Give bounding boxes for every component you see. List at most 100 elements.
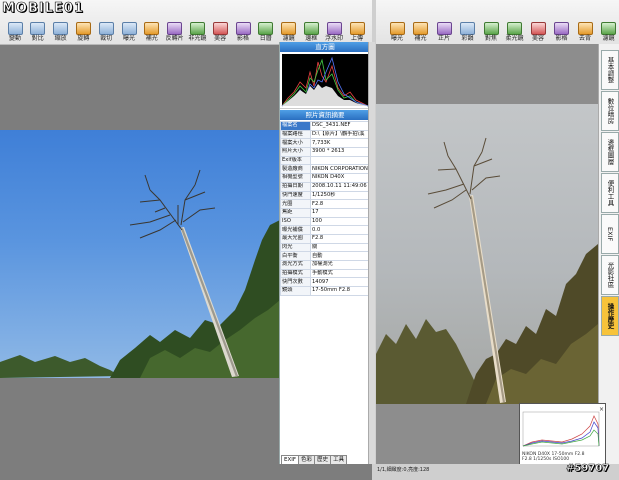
exif-row[interactable]: ISO 100	[280, 216, 370, 227]
toolbar-button-15[interactable]: 上傳	[346, 22, 368, 42]
exif-row[interactable]: 相機型號 NIKON D40X	[280, 173, 370, 183]
vertical-tab-2[interactable]: 邊框圖層	[601, 132, 619, 172]
exif-value: 17	[310, 207, 370, 218]
tree-photo-original	[0, 169, 280, 378]
exif-value: 關	[310, 242, 370, 253]
close-icon: ×	[599, 406, 604, 413]
toolbar-button-label: 曝光	[122, 35, 135, 42]
toolbar-button-6[interactable]: 美容	[527, 22, 549, 42]
fill-light-icon	[413, 22, 428, 35]
toolbar-button-0[interactable]: 變動	[4, 22, 26, 42]
toolbar-button-3[interactable]: 彩韻	[457, 22, 479, 42]
watermark-text: #59707	[566, 463, 610, 474]
vertical-tab-1[interactable]: 數位暗房	[601, 91, 619, 131]
exif-row[interactable]: 照片大小 3900 * 2613	[280, 147, 370, 157]
exif-key: Exif版本	[280, 155, 311, 166]
status-text: 1/1,細緻度:0,亮度:128	[377, 467, 430, 473]
toolbar-button-9[interactable]: 濾鏡	[598, 22, 619, 42]
toolbar-button-7[interactable]: 反轉片	[164, 22, 186, 42]
compare-icon	[30, 22, 46, 35]
vertical-tab-5[interactable]: 光影社區	[601, 255, 619, 295]
exif-row[interactable]: 檔案大小 7,733K	[280, 138, 370, 149]
edited-photo	[376, 104, 598, 404]
toolbar-button-13[interactable]: 邊框	[300, 22, 322, 42]
exif-key: 相機型號	[280, 173, 311, 183]
exif-row[interactable]: Exif版本	[280, 155, 370, 166]
exif-value: 3900 * 2613	[310, 147, 370, 157]
exif-value: 2008.10.11 11:49:06	[310, 181, 370, 192]
exif-row[interactable]: 測光方式 加權測光	[280, 260, 370, 270]
vertical-tab-6[interactable]: 操作歷史	[601, 296, 619, 336]
exif-key: 製造廠商	[280, 164, 311, 175]
exif-value: 自動	[310, 251, 370, 261]
toolbar-button-label: 補光	[414, 35, 427, 42]
info-sidebar: 直方圖 照片資訊摘要 檔案名 DSC_3431.NEF 檔案路徑 D:\【原片】\鶴手…	[279, 42, 371, 465]
exif-row[interactable]: 鏡頭 17-50mm F2.8	[280, 286, 370, 296]
toolbar-button-2[interactable]: 正片	[433, 22, 455, 42]
fill-light-icon	[144, 22, 160, 35]
toolbar-button-9[interactable]: 美容	[209, 22, 231, 42]
exif-value: NIKON D40X	[310, 173, 370, 183]
exif-key: 拍攝日期	[280, 181, 311, 192]
vertical-tab-4[interactable]: EXIF	[601, 214, 619, 254]
soft-filter-icon	[507, 22, 522, 35]
crop-icon	[98, 22, 114, 35]
toolbar-button-label: 旋轉	[77, 35, 90, 42]
toolbar-button-11[interactable]: 日曆	[255, 22, 277, 42]
exif-row[interactable]: 拍攝模式 手動模式	[280, 268, 370, 279]
toolbar-button-12[interactable]: 濾鏡	[278, 22, 300, 42]
exif-row[interactable]: 曝光補償 0.0	[280, 225, 370, 235]
toolbar-button-4[interactable]: 裁切	[95, 22, 117, 42]
toolbar-button-2[interactable]: 縮放	[50, 22, 72, 42]
toolbar-button-3[interactable]: 旋轉	[72, 22, 94, 42]
toolbar-button-4[interactable]: 對焦	[480, 22, 502, 42]
right-vertical-tabs: 基本調整 數位暗房 邊框圖層 便利工具 EXIF 光影社區 操作歷史	[598, 44, 619, 464]
exif-row[interactable]: 檔案名 DSC_3431.NEF	[280, 121, 370, 131]
exif-value: 1/1250秒	[310, 190, 370, 201]
exif-value: 14097	[310, 277, 370, 288]
exif-row[interactable]: 快門速度 1/1250秒	[280, 190, 370, 201]
rotate-icon	[75, 22, 91, 35]
positive-icon	[436, 22, 452, 35]
toolbar-button-8[interactable]: 非光鏡	[186, 22, 208, 42]
vertical-tab-0[interactable]: 基本調整	[601, 50, 619, 90]
exif-key: 快門速度	[280, 190, 311, 201]
toolbar-button-label: 美容	[531, 35, 544, 42]
exif-row[interactable]: 白平衡 自動	[280, 251, 370, 261]
exif-row[interactable]: 拍攝日期 2008.10.11 11:49:06	[280, 181, 370, 192]
exif-row[interactable]: 快門次數 14097	[280, 277, 370, 288]
toolbar-right: 曝光 補光 正片 彩韻 對焦 柔光鏡 美容 影格 去背 濾鏡	[376, 0, 619, 45]
histogram-panel	[280, 52, 370, 109]
exif-row[interactable]: 製造廠商 NIKON CORPORATION	[280, 164, 370, 175]
toolbar-button-5[interactable]: 柔光鏡	[504, 22, 526, 42]
toolbar-button-8[interactable]: 去背	[574, 22, 596, 42]
toolbar-button-label: 裁切	[100, 35, 113, 42]
vertical-tab-3[interactable]: 便利工具	[601, 173, 619, 213]
toolbar-button-0[interactable]: 曝光	[386, 22, 408, 42]
toolbar-button-1[interactable]: 補光	[410, 22, 432, 42]
exif-row[interactable]: 光圈 F2.8	[280, 199, 370, 209]
exif-key: 測光方式	[280, 260, 311, 270]
toolbar-button-5[interactable]: 曝光	[118, 22, 140, 42]
toolbar-button-label: 日曆	[259, 35, 272, 42]
toolbar-button-14[interactable]: 浮水印	[323, 22, 345, 42]
exif-key: 拍攝模式	[280, 268, 311, 279]
toolbar-button-7[interactable]: 影格	[551, 22, 573, 42]
toolbar-button-1[interactable]: 對比	[27, 22, 49, 42]
toolbar-button-10[interactable]: 影格	[232, 22, 254, 42]
toolbar-button-label: 非光鏡	[188, 35, 207, 42]
tree-photo-edited	[376, 137, 598, 404]
sidebar-scrollbar[interactable]	[368, 42, 375, 464]
toolbar-button-6[interactable]: 補光	[141, 22, 163, 42]
exif-row[interactable]: 閃光關	[280, 242, 370, 253]
reload-icon	[7, 22, 23, 35]
zoom-icon	[53, 22, 69, 35]
exif-key: 閃光	[280, 242, 311, 253]
calendar-icon	[258, 22, 274, 35]
exif-row[interactable]: 檔案路徑 D:\【原片】\鶴手拍\溪	[280, 129, 370, 140]
exif-table: 檔案名 DSC_3431.NEF 檔案路徑 D:\【原片】\鶴手拍\溪 檔案大小 7,73…	[280, 121, 370, 296]
exif-row[interactable]: 最大光圈 F2.8	[280, 233, 370, 244]
exif-row[interactable]: 焦距 17	[280, 207, 370, 218]
toolbar-button-label: 對比	[31, 35, 44, 42]
exif-key: 檔案名	[280, 121, 311, 131]
